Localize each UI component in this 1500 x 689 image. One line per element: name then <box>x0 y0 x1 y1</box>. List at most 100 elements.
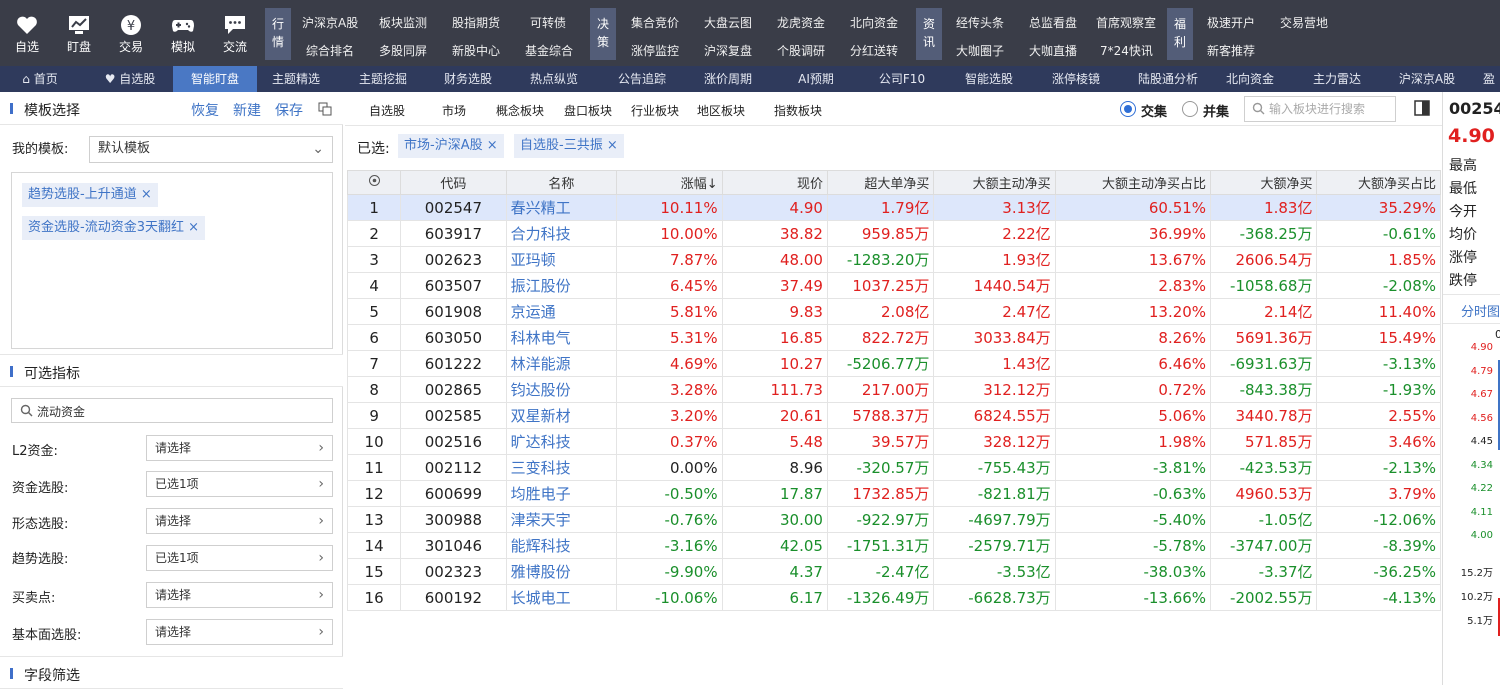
filter-select-l2[interactable]: 请选择 › <box>146 435 333 461</box>
nav-community-button[interactable]: 交流 <box>209 0 261 66</box>
panel-toggle-icon[interactable] <box>1414 100 1430 116</box>
link-director-view[interactable]: 总监看盘 <box>1029 14 1077 31</box>
link-ranking[interactable]: 综合排名 <box>306 42 354 59</box>
stock-name-link[interactable]: 科林电气 <box>505 324 618 351</box>
stock-name-link[interactable]: 双星新材 <box>505 402 618 429</box>
stock-name-link[interactable]: 能辉科技 <box>505 532 618 559</box>
link-expert-circle[interactable]: 大咖圈子 <box>956 42 1004 59</box>
stock-name-link[interactable]: 京运通 <box>505 298 618 325</box>
pool-tab-concept[interactable]: 概念板块 <box>496 102 544 119</box>
pool-tab-region[interactable]: 地区板块 <box>697 102 745 119</box>
intersection-radio[interactable] <box>1120 101 1136 117</box>
column-header-big-active-net[interactable]: 大额主动净买 <box>933 170 1056 195</box>
tab-theme-mining[interactable]: 主题挖掘 <box>345 66 421 92</box>
link-dividends[interactable]: 分红送转 <box>850 42 898 59</box>
tab-price-cycle[interactable]: 涨价周期 <box>690 66 766 92</box>
stock-name-link[interactable]: 长城电工 <box>505 584 618 611</box>
table-row[interactable]: 7 601222 林洋能源 4.69% 10.27 -5206.77万 1.43亿 6.46%… <box>346 350 1441 377</box>
table-row[interactable]: 2 603917 合力科技 10.00% 38.82 959.85万 2.22亿 36.99%… <box>346 220 1441 247</box>
tab-connect-analysis[interactable]: 陆股通分析 <box>1124 66 1212 92</box>
column-header-settings[interactable] <box>346 170 402 195</box>
tab-home[interactable]: ⌂ 首页 <box>10 66 70 92</box>
tab-hs-a-shares[interactable]: 沪深京A股 <box>1384 66 1470 92</box>
column-header-price[interactable]: 现价 <box>721 170 828 195</box>
stock-name-link[interactable]: 津荣天宇 <box>505 506 618 533</box>
stock-name-link[interactable]: 林洋能源 <box>505 350 618 377</box>
tab-overflow[interactable]: 盈 <box>1478 66 1500 92</box>
link-new-customer[interactable]: 新客推荐 <box>1207 42 1255 59</box>
tab-announcements[interactable]: 公告追踪 <box>604 66 680 92</box>
selected-tag[interactable]: 市场-沪深A股 × <box>398 134 504 158</box>
column-header-big-net[interactable]: 大额净买 <box>1210 170 1318 195</box>
link-open-account[interactable]: 极速开户 <box>1207 14 1255 31</box>
pool-tab-handicap[interactable]: 盘口板块 <box>564 102 612 119</box>
table-row[interactable]: 9 002585 双星新材 3.20% 20.61 5788.37万 6824.55万 5.0… <box>346 402 1441 429</box>
link-hs-a-shares[interactable]: 沪深京A股 <box>302 14 358 31</box>
settings-icon[interactable] <box>368 174 381 187</box>
tab-f10[interactable]: 公司F10 <box>864 66 940 92</box>
link-chief-room[interactable]: 首席观察室 <box>1096 14 1156 31</box>
table-row[interactable]: 8 002865 钧达股份 3.28% 111.73 217.00万 312.12万 0.72… <box>346 376 1441 403</box>
stock-name-link[interactable]: 雅博股份 <box>505 558 618 585</box>
save-template-button[interactable]: 保存 <box>275 100 303 120</box>
tab-main-radar[interactable]: 主力雷达 <box>1299 66 1375 92</box>
filter-select-pattern[interactable]: 请选择 › <box>146 508 333 534</box>
stock-name-link[interactable]: 三变科技 <box>505 454 618 481</box>
tab-smart-monitor[interactable]: 智能盯盘 <box>173 66 257 92</box>
table-row[interactable]: 4 603507 振江股份 6.45% 37.49 1037.25万 1440.54万 2.8… <box>346 272 1441 299</box>
stock-name-link[interactable]: 春兴精工 <box>505 194 618 221</box>
link-convertible-bonds[interactable]: 可转债 <box>530 14 566 31</box>
table-row[interactable]: 10 002516 旷达科技 0.37% 5.48 39.57万 328.12万 1.98% 5… <box>346 428 1441 455</box>
copy-icon[interactable] <box>318 102 332 116</box>
stock-name-link[interactable]: 合力科技 <box>505 220 618 247</box>
link-sector-monitor[interactable]: 板块监测 <box>379 14 427 31</box>
indicator-search-input[interactable]: 流动资金 <box>11 398 333 423</box>
link-multi-stock[interactable]: 多股同屏 <box>379 42 427 59</box>
tab-watchlist[interactable]: ♥ 自选股 <box>90 66 170 92</box>
table-row[interactable]: 1 002547 春兴精工 10.11% 4.90 1.79亿 3.13亿 60.51% 1.8… <box>346 194 1441 221</box>
stock-name-link[interactable]: 振江股份 <box>505 272 618 299</box>
pool-tab-industry[interactable]: 行业板块 <box>631 102 679 119</box>
table-row[interactable]: 5 601908 京运通 5.81% 9.83 2.08亿 2.47亿 13.20% 2.14亿… <box>346 298 1441 325</box>
pool-tab-watchlist[interactable]: 自选股 <box>369 102 405 119</box>
nav-monitor-button[interactable]: 盯盘 <box>53 0 105 66</box>
tab-northbound[interactable]: 北向资金 <box>1212 66 1288 92</box>
sector-search-input[interactable]: 输入板块进行搜索 <box>1244 96 1396 122</box>
link-flash-news[interactable]: 7*24快讯 <box>1100 42 1153 59</box>
link-trading-camp[interactable]: 交易营地 <box>1280 14 1328 31</box>
pool-tab-index[interactable]: 指数板块 <box>774 102 822 119</box>
stock-name-link[interactable]: 亚玛顿 <box>505 246 618 273</box>
condition-chip[interactable]: 资金选股-流动资金3天翻红 × <box>22 216 206 240</box>
nav-watchlist-button[interactable]: 自选 <box>1 0 53 66</box>
link-replay[interactable]: 沪深复盘 <box>704 42 752 59</box>
tab-ai-forecast[interactable]: AI预期 <box>778 66 854 92</box>
filter-select-signals[interactable]: 请选择 › <box>146 582 333 608</box>
tab-smart-screen[interactable]: 智能选股 <box>951 66 1027 92</box>
nav-simulate-button[interactable]: 模拟 <box>157 0 209 66</box>
link-headlines[interactable]: 经传头条 <box>956 14 1004 31</box>
link-market-cloud[interactable]: 大盘云图 <box>704 14 752 31</box>
table-row[interactable]: 16 600192 长城电工 -10.06% 6.17 -1326.49万 -6628.73… <box>346 584 1441 611</box>
filter-select-trend[interactable]: 已选1项 › <box>146 545 333 571</box>
column-header-change[interactable]: 涨幅↓ <box>616 170 723 195</box>
tab-theme-picks[interactable]: 主题精选 <box>258 66 334 92</box>
selected-tag[interactable]: 自选股-三共振 × <box>514 134 624 158</box>
pool-tab-market[interactable]: 市场 <box>442 102 466 119</box>
table-row[interactable]: 14 301046 能辉科技 -3.16% 42.05 -1751.31万 -2579.71… <box>346 532 1441 559</box>
link-limit-up-monitor[interactable]: 涨停监控 <box>631 42 679 59</box>
close-icon[interactable]: × <box>607 138 618 153</box>
link-dragon-tiger[interactable]: 龙虎资金 <box>777 14 825 31</box>
link-fund[interactable]: 基金综合 <box>525 42 573 59</box>
restore-button[interactable]: 恢复 <box>191 100 219 120</box>
link-research[interactable]: 个股调研 <box>777 42 825 59</box>
stock-name-link[interactable]: 均胜电子 <box>505 480 618 507</box>
link-index-futures[interactable]: 股指期货 <box>452 14 500 31</box>
close-icon[interactable]: × <box>188 220 199 235</box>
tab-limit-prism[interactable]: 涨停棱镜 <box>1038 66 1114 92</box>
close-icon[interactable]: × <box>141 187 152 202</box>
column-header-code[interactable]: 代码 <box>400 170 507 195</box>
table-row[interactable]: 3 002623 亚玛顿 7.87% 48.00 -1283.20万 1.93亿 13.67%… <box>346 246 1441 273</box>
filter-select-fund[interactable]: 已选1项 › <box>146 471 333 497</box>
link-expert-live[interactable]: 大咖直播 <box>1029 42 1077 59</box>
union-radio[interactable] <box>1182 101 1198 117</box>
